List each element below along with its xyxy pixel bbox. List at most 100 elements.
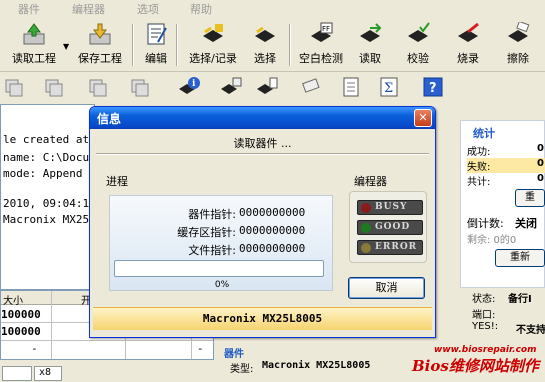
good-led-label: GOOD xyxy=(375,222,411,232)
chip-stack-icon[interactable] xyxy=(4,76,26,98)
fail-row: 失败: 0 xyxy=(467,158,545,173)
tab-x8[interactable]: x8 xyxy=(34,366,62,381)
chip-info-icon[interactable]: i xyxy=(178,76,200,98)
dialog-device-name: Macronix MX25L8005 xyxy=(93,307,432,330)
yes-value: 不支持 xyxy=(516,325,545,336)
reset-stats-button[interactable]: 重 xyxy=(515,189,545,207)
port-label: 端口: xyxy=(472,310,496,321)
cancel-button[interactable]: 取消 xyxy=(348,277,425,299)
program-chip-icon xyxy=(456,22,480,46)
main-toolbar: 读取工程 ▼ 保存工程 编辑 选择/记录 选择 FF 空白检测 读取 校验 烧录… xyxy=(0,16,545,72)
svg-text:FF: FF xyxy=(322,25,330,33)
file-pointer-label: 文件指针: xyxy=(188,244,236,257)
dialog-message: 读取器件 ... xyxy=(233,137,292,150)
erase-button[interactable]: 擦除 xyxy=(496,20,540,70)
success-label: 成功: xyxy=(467,147,491,158)
busy-led: BUSY xyxy=(357,200,423,215)
error-led: ERROR xyxy=(357,240,423,255)
success-value: 0 xyxy=(537,143,544,154)
total-value: 0 xyxy=(537,173,544,184)
fail-label: 失败: xyxy=(467,162,491,173)
device-panel-title: 器件 xyxy=(224,349,244,360)
success-row: 成功: 0 xyxy=(467,143,545,158)
select-chip-icon xyxy=(253,22,277,46)
programmer-group-label: 编程器 xyxy=(354,175,387,188)
file-pointer-value: 0000000000 xyxy=(239,242,306,255)
table-cell[interactable]: - xyxy=(31,342,38,355)
buffer-pointer-value: 0000000000 xyxy=(239,224,306,237)
table-cell[interactable]: 100000 xyxy=(1,325,41,338)
menu-device[interactable]: 器件 xyxy=(18,1,40,17)
checksum-icon[interactable]: Σ xyxy=(378,76,400,98)
chip-stack-icon[interactable] xyxy=(130,76,152,98)
progress-group: 器件指针: 0000000000 缓存区指针: 0000000000 文件指针:… xyxy=(109,195,333,291)
watermark: www.biosrepair.com Bios维修网站制作 xyxy=(408,345,545,382)
blank-check-icon: FF xyxy=(309,22,333,46)
dialog-titlebar[interactable]: 信息 ✕ xyxy=(90,107,435,129)
total-row: 共计: 0 xyxy=(467,173,545,188)
status-label: 状态: xyxy=(472,294,496,305)
chip-settings-icon[interactable] xyxy=(220,76,242,98)
statistics-title: 统计 xyxy=(473,127,495,140)
good-led-indicator xyxy=(361,223,371,233)
busy-led-label: BUSY xyxy=(375,202,408,212)
menu-bar: 器件 编程器 选项 帮助 xyxy=(0,0,545,16)
buffer-pointer-label: 缓存区指针: xyxy=(177,226,236,239)
bottom-tab-bar: x8 xyxy=(0,364,214,382)
erase-chip-icon xyxy=(506,20,530,46)
open-project-button[interactable]: 读取工程 xyxy=(12,20,56,70)
log-line: mode: Append xyxy=(3,167,83,180)
progress-group-label: 进程 xyxy=(106,175,128,188)
log-line: 2010, 09:04:17 xyxy=(3,197,95,210)
svg-text:?: ? xyxy=(429,81,437,96)
device-pointer-row: 器件指针: 0000000000 xyxy=(110,206,334,221)
open-project-icon xyxy=(22,22,46,46)
progress-percent: 0% xyxy=(214,280,230,290)
select-record-button[interactable]: 选择/记录 xyxy=(189,20,237,70)
secondary-toolbar: i Σ ? xyxy=(0,74,545,102)
eraser-icon[interactable] xyxy=(300,76,322,98)
column-header-size[interactable]: 大小 xyxy=(3,292,23,307)
countdown-value: 关闭 xyxy=(515,217,537,230)
yes-label: YES!: xyxy=(472,321,499,332)
menu-help[interactable]: 帮助 xyxy=(190,1,212,17)
programmer-led-group: BUSY GOOD ERROR xyxy=(349,191,427,263)
buffer-pointer-row: 缓存区指针: 0000000000 xyxy=(110,224,334,239)
countdown-row: 倒计数: 关闭 xyxy=(467,215,545,230)
close-button[interactable]: ✕ xyxy=(414,109,432,127)
good-led: GOOD xyxy=(357,220,423,235)
verify-chip-icon xyxy=(406,22,430,46)
help-icon[interactable]: ? xyxy=(422,76,444,98)
table-cell[interactable]: - xyxy=(197,342,204,355)
chip-stack-icon[interactable] xyxy=(44,76,66,98)
svg-text:i: i xyxy=(192,79,196,89)
edit-button[interactable]: 编辑 xyxy=(134,20,178,70)
dialog-divider xyxy=(96,153,429,155)
programmer-status-panel: 状态: 备行I 端口: YES!: 不支持 xyxy=(460,288,545,338)
save-project-button[interactable]: 保存工程 xyxy=(78,20,122,70)
document-icon[interactable] xyxy=(340,76,362,98)
tab-empty[interactable] xyxy=(2,366,32,381)
close-icon: ✕ xyxy=(418,111,428,124)
table-divider xyxy=(51,291,52,359)
device-pointer-value: 0000000000 xyxy=(239,206,306,219)
reset-countdown-button[interactable]: 重新 xyxy=(495,249,545,267)
remaining-row: 剩余: 0的0 xyxy=(467,235,517,246)
edit-icon xyxy=(144,22,168,46)
menu-options[interactable]: 选项 xyxy=(137,1,159,17)
statistics-panel: 统计 成功: 0 失败: 0 共计: 0 重 倒计数: 关闭 剩余: 0的0 重… xyxy=(460,120,545,288)
select-button[interactable]: 选择 xyxy=(243,20,287,70)
device-pointer-label: 器件指针: xyxy=(188,208,236,221)
file-pointer-row: 文件指针: 0000000000 xyxy=(110,242,334,257)
device-type-value: Macronix MX25L8005 xyxy=(262,360,371,371)
toolbar-separator xyxy=(176,24,178,66)
table-cell[interactable]: 100000 xyxy=(1,308,41,321)
watermark-text: Bios维修网站制作 xyxy=(412,357,539,375)
info-dialog: 信息 ✕ 读取器件 ... 进程 编程器 器件指针: 0000000000 缓存… xyxy=(89,106,436,338)
menu-programmer[interactable]: 编程器 xyxy=(72,1,105,17)
watermark-url: www.biosrepair.com xyxy=(434,345,537,355)
chip-stack-icon[interactable] xyxy=(88,76,110,98)
log-line: le created at 1 xyxy=(3,133,95,146)
error-led-indicator xyxy=(361,243,371,253)
chip-list-icon[interactable] xyxy=(256,76,278,98)
